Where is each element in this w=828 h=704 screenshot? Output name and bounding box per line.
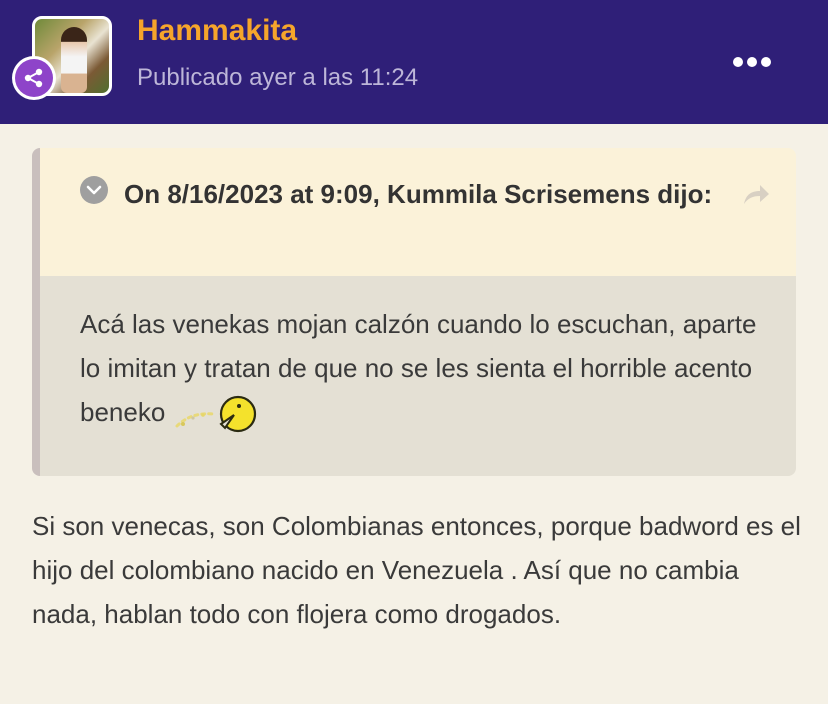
share-arrow-icon[interactable] (740, 182, 772, 208)
post-username[interactable]: Hammakita (137, 14, 297, 48)
pacman-smiley-icon (217, 394, 257, 434)
ellipsis-icon[interactable] (728, 48, 776, 76)
post-header: Hammakita Publicado ayer a las 11:24 (0, 0, 828, 124)
quote-block: On 8/16/2023 at 9:09, Kummila Scrisemens… (32, 148, 796, 476)
share-nodes-icon (15, 59, 53, 97)
quote-header: On 8/16/2023 at 9:09, Kummila Scrisemens… (40, 148, 796, 276)
user-badge (12, 56, 56, 100)
quote-body: Acá las venekas mojan calzón cuando lo e… (40, 276, 796, 476)
quote-attribution[interactable]: On 8/16/2023 at 9:09, Kummila Scrisemens… (80, 174, 740, 214)
avatar-photo (61, 27, 87, 93)
post-timestamp[interactable]: Publicado ayer a las 11:24 (137, 64, 418, 92)
quote-text: Acá las venekas mojan calzón cuando lo e… (80, 302, 770, 434)
sparkle-streak-icon (173, 401, 217, 428)
post-body: Si son venecas, son Colombianas entonces… (32, 511, 801, 629)
